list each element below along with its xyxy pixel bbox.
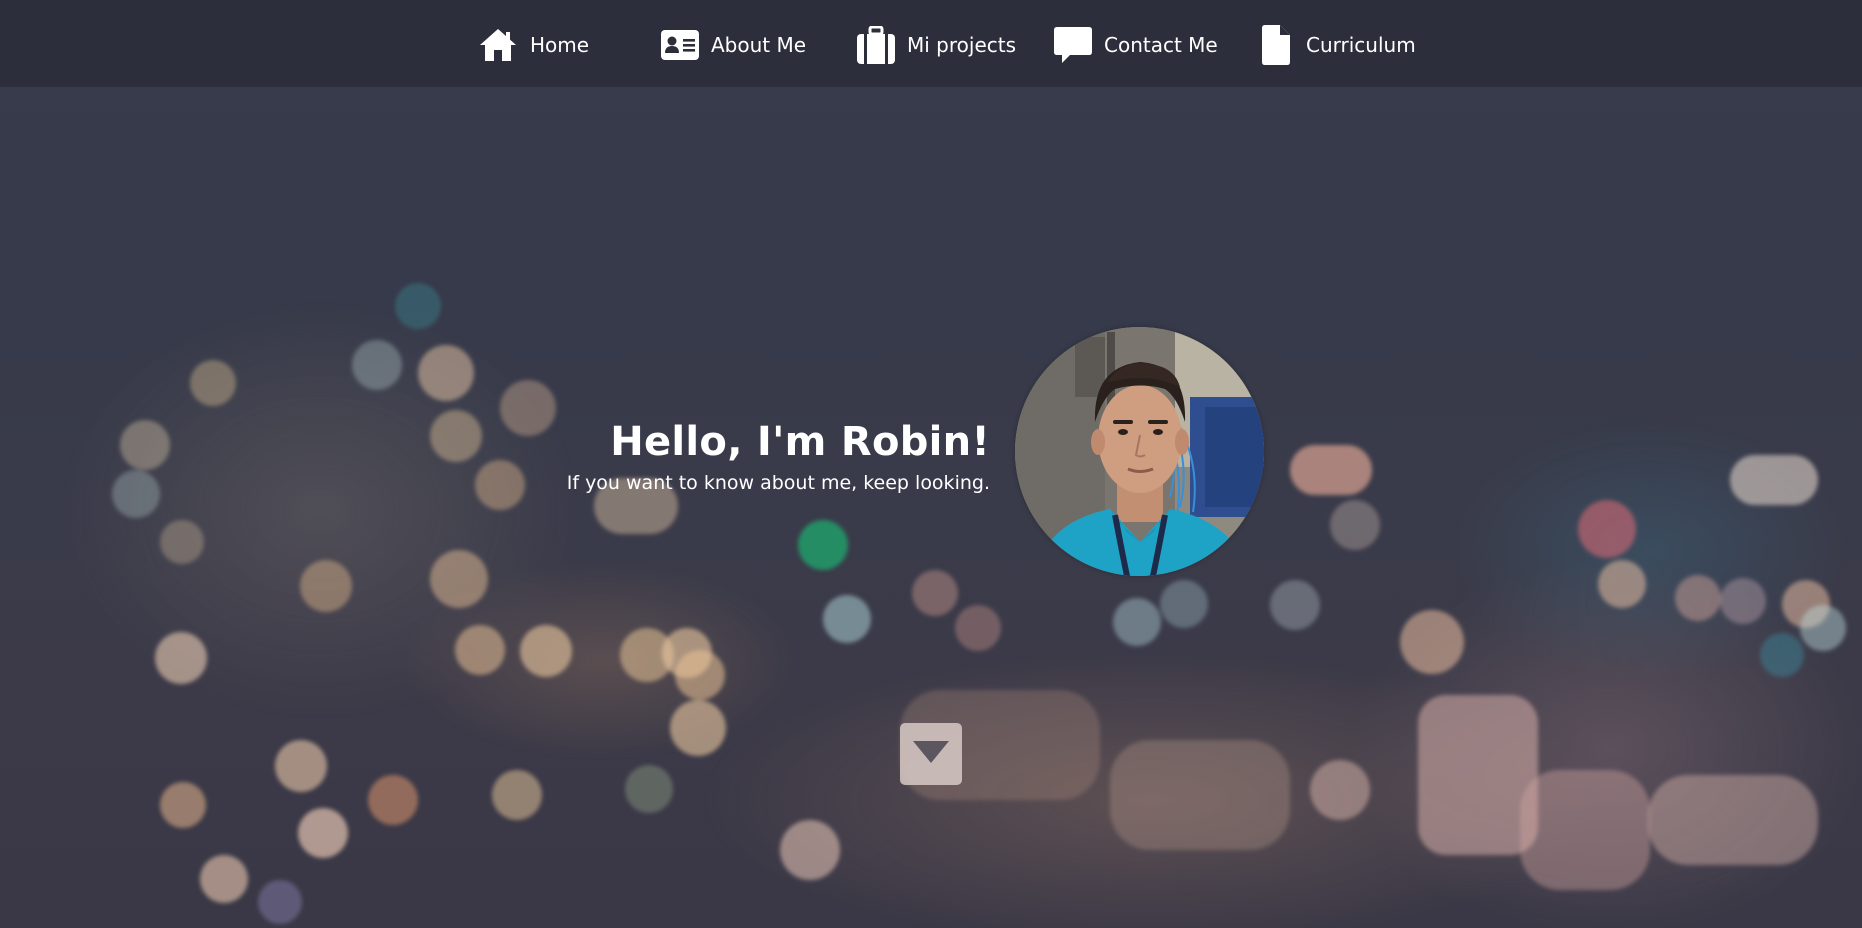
profile-photo bbox=[1015, 327, 1264, 576]
suitcase-icon bbox=[857, 26, 895, 64]
top-navbar: Home About Me Mi projects Contact Me Cur… bbox=[0, 0, 1862, 87]
nav-curriculum-label: Curriculum bbox=[1306, 33, 1416, 57]
hero-subtitle: If you want to know about me, keep looki… bbox=[566, 472, 990, 494]
nav-projects[interactable]: Mi projects bbox=[857, 24, 1016, 66]
avatar bbox=[1015, 327, 1264, 576]
nav-home[interactable]: Home bbox=[478, 24, 589, 66]
nav-curriculum[interactable]: Curriculum bbox=[1262, 24, 1416, 66]
file-icon bbox=[1262, 25, 1290, 65]
nav-about-me[interactable]: About Me bbox=[661, 24, 806, 66]
nav-about-me-label: About Me bbox=[711, 33, 807, 57]
home-icon bbox=[478, 27, 518, 63]
speech-bubble-icon bbox=[1054, 26, 1092, 64]
scroll-down-button[interactable] bbox=[900, 723, 962, 785]
nav-contact-me-label: Contact Me bbox=[1104, 33, 1218, 57]
hero-text: Hello, I'm Robin! If you want to know ab… bbox=[567, 414, 990, 496]
nav-projects-label: Mi projects bbox=[907, 33, 1017, 57]
hero-title: Hello, I'm Robin! bbox=[610, 419, 990, 465]
caret-down-icon bbox=[913, 741, 949, 767]
nav-contact-me[interactable]: Contact Me bbox=[1054, 24, 1218, 66]
page: Home About Me Mi projects Contact Me Cur… bbox=[0, 0, 1862, 928]
nav-home-label: Home bbox=[530, 33, 590, 57]
id-card-icon bbox=[661, 30, 699, 60]
